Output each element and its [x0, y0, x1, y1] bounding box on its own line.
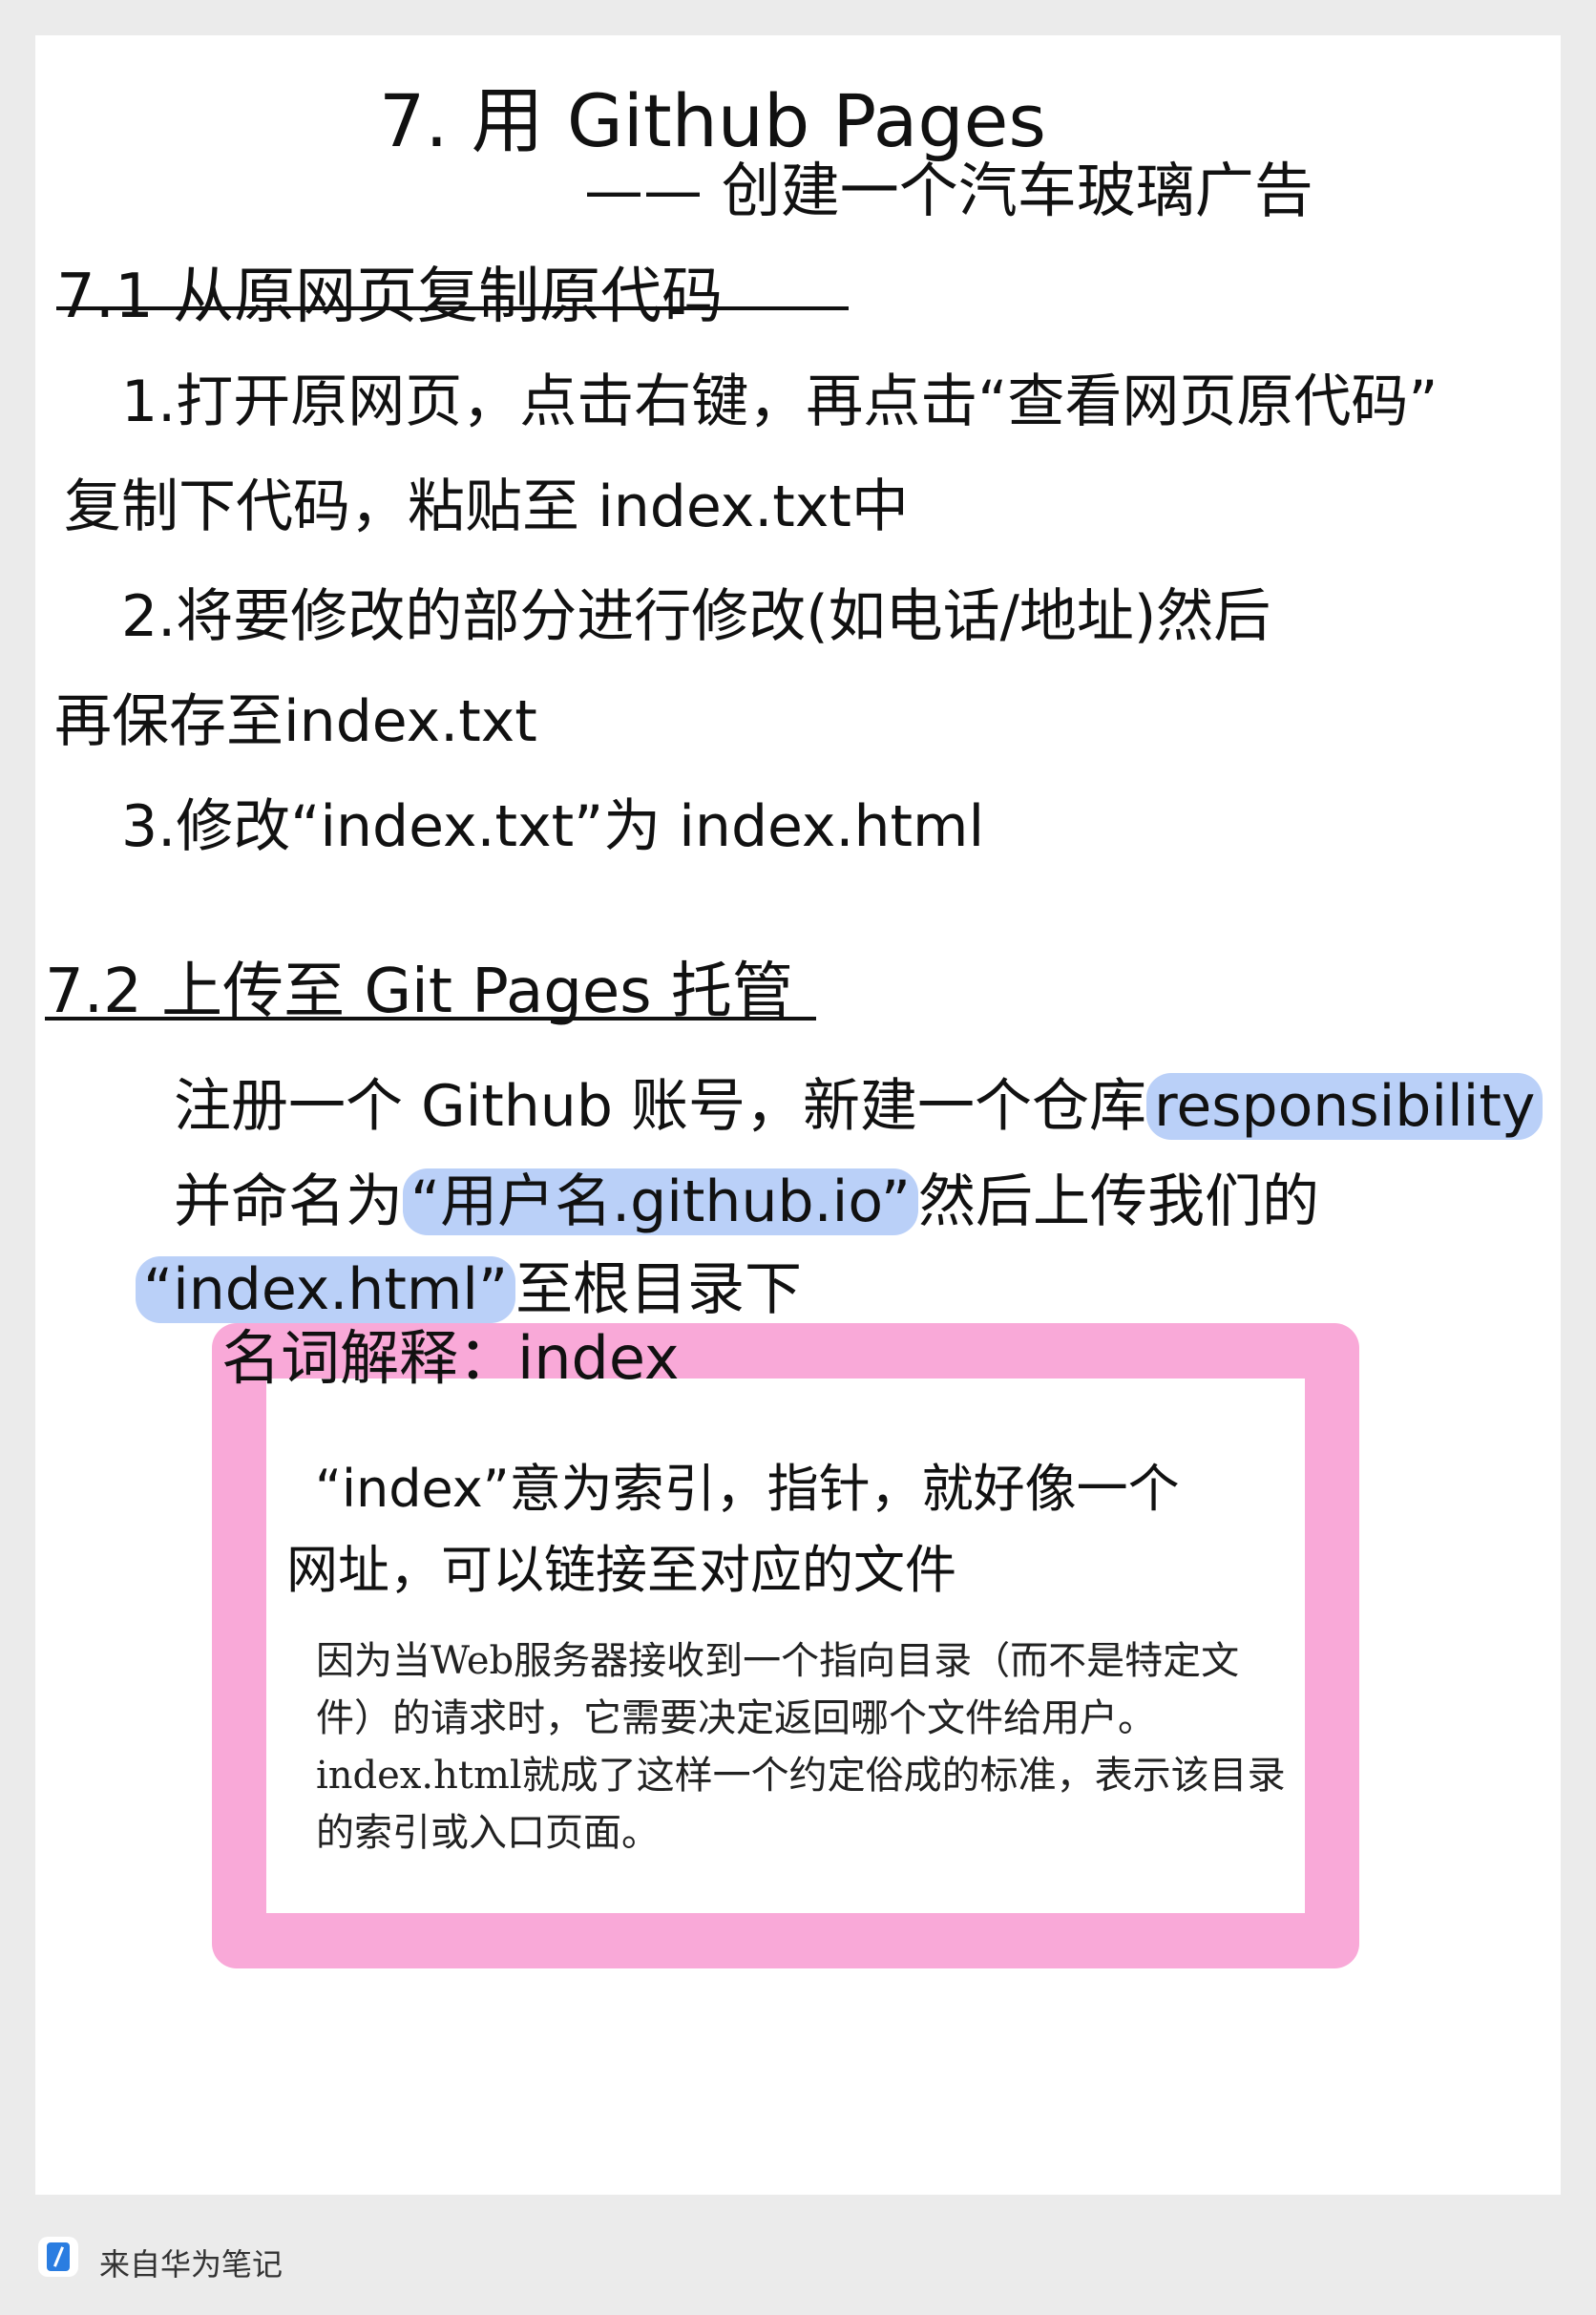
- glossary-paragraph: 因为当Web服务器接收到一个指向目录（而不是特定文件）的请求时，它需要决定返回哪…: [316, 1639, 1286, 1855]
- footer-source-label: 来自华为笔记: [99, 2246, 284, 2283]
- section-1-line-2: 复制下代码，粘贴至 index.txt中: [64, 474, 909, 540]
- section-1-line-5: 3.修改“index.txt”为 index.html: [121, 793, 985, 860]
- section-1-line-4: 再保存至index.txt: [54, 688, 537, 755]
- footer-bar: 来自华为笔记: [0, 2195, 1596, 2315]
- section-2-line-1-text: 注册一个 Github 账号，新建一个仓库: [174, 1073, 1146, 1140]
- github-io-highlight: “用户名.github.io”: [403, 1168, 918, 1235]
- repo-name-highlight: responsibility: [1145, 1073, 1544, 1140]
- section-2-underline: [45, 1017, 816, 1021]
- section-2-line-2-suffix: 然后上传我们的: [917, 1168, 1319, 1235]
- section-2-line-1: 注册一个 Github 账号，新建一个仓库 responsibility: [174, 1060, 1544, 1143]
- section-1-underline: [56, 306, 849, 310]
- section-1-heading: 7.1 从原网页复制原代码: [56, 262, 724, 332]
- huawei-notes-icon: [38, 2237, 78, 2277]
- glossary-definition-line-1: “index”意为索引，指针，就好像一个: [315, 1459, 1180, 1519]
- glossary-definition-line-2: 网址，可以链接至对应的文件: [286, 1540, 956, 1600]
- glossary-title: 名词解释：index: [221, 1323, 680, 1393]
- note-subtitle: —— 创建一个汽车玻璃广告: [584, 156, 1313, 225]
- section-1-line-3: 2.将要修改的部分进行修改(如电话/地址)然后: [121, 583, 1271, 650]
- section-1-line-1: 1.打开原网页，点击右键，再点击“查看网页原代码”: [121, 368, 1438, 435]
- section-2-line-2: 并命名为 “用户名.github.io” 然后上传我们的: [174, 1155, 1319, 1238]
- section-2-line-2-prefix: 并命名为: [174, 1168, 403, 1235]
